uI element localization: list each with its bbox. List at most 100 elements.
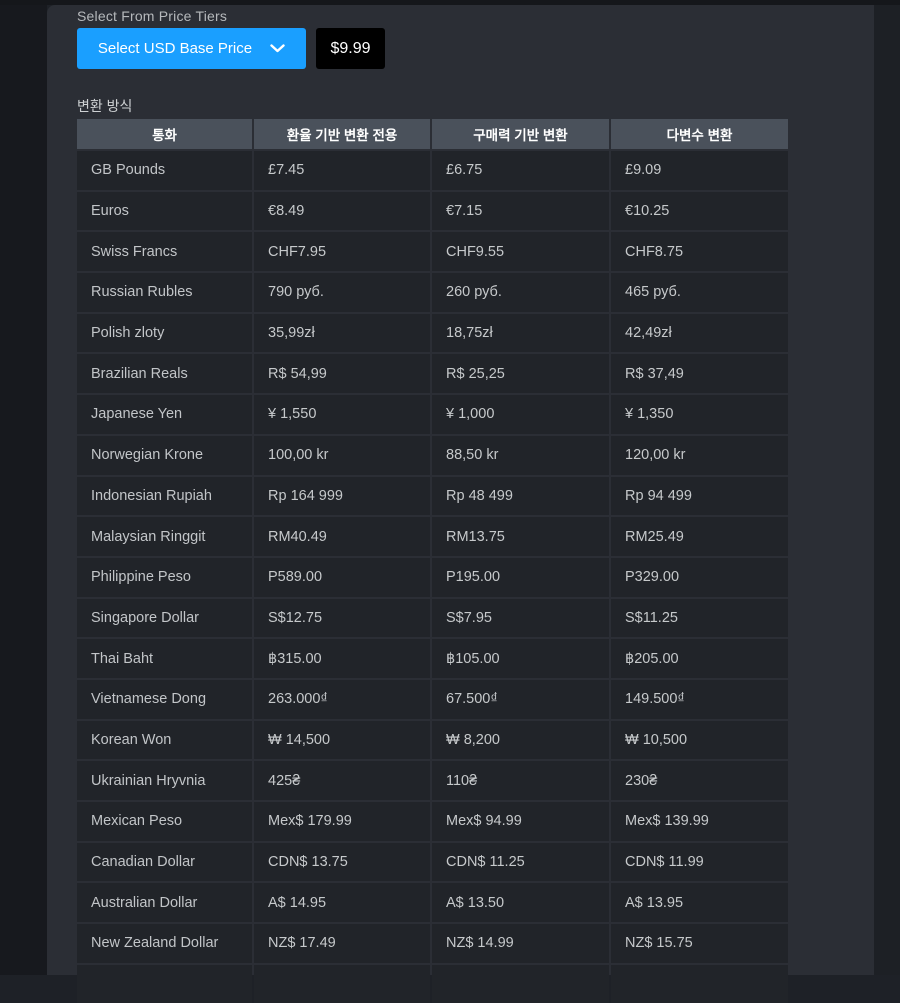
fx-value-cell: 100,00 kr	[254, 435, 430, 475]
table-body: GB Pounds £7.45 £6.75 £9.09 Euros €8.49 …	[77, 151, 788, 1003]
currency-name-cell: GB Pounds	[77, 151, 252, 190]
multi-value-cell: CHF8.75	[611, 232, 788, 272]
multi-value-cell: 120,00 kr	[611, 435, 788, 475]
usd-base-price-dropdown[interactable]: Select USD Base Price	[77, 28, 306, 69]
multi-value-cell: RM25.49	[611, 517, 788, 556]
currency-name-cell: Canadian Dollar	[77, 842, 252, 882]
price-picker-row: Select USD Base Price $9.99	[77, 28, 385, 69]
header-fx-based-conversion: 환율 기반 변환 전용	[254, 119, 430, 149]
multi-value-cell: 230₴	[611, 761, 788, 800]
multi-value-cell: 465 руб.	[611, 273, 788, 312]
currency-name-cell: Ukrainian Hryvnia	[77, 761, 252, 800]
currency-name-cell: Indonesian Rupiah	[77, 476, 252, 516]
fx-value-cell: ฿315.00	[254, 639, 430, 678]
multi-value-cell: S$11.25	[611, 598, 788, 638]
table-header-row: 통화 환율 기반 변환 전용 구매력 기반 변환 다변수 변환	[77, 119, 788, 149]
multi-value-cell: ฿205.00	[611, 639, 788, 678]
base-price-value-box[interactable]: $9.99	[316, 28, 385, 69]
fx-value-cell: P589.00	[254, 557, 430, 597]
fx-value-cell: A$ 14.95	[254, 883, 430, 923]
currency-name-cell: New Zealand Dollar	[77, 924, 252, 963]
currency-name-cell: Singapore Dollar	[77, 598, 252, 638]
ppp-value-cell: 88,50 kr	[432, 435, 609, 475]
currency-name-cell: Vietnamese Dong	[77, 679, 252, 719]
ppp-value-cell: 67.500₫	[432, 679, 609, 719]
fx-value-cell: 790 руб.	[254, 273, 430, 312]
fx-value-cell: ₩ 14,500	[254, 720, 430, 760]
fx-value-cell: CDN$ 13.75	[254, 842, 430, 882]
currency-name-cell: Australian Dollar	[77, 883, 252, 923]
fx-value-cell: RM40.49	[254, 517, 430, 556]
currency-name-cell: Euros	[77, 191, 252, 231]
currency-name-cell: Philippine Peso	[77, 557, 252, 597]
fx-value-cell	[254, 964, 430, 1003]
fx-value-cell: NZ$ 17.49	[254, 924, 430, 963]
multi-value-cell: Mex$ 139.99	[611, 802, 788, 841]
currency-name-cell: Norwegian Krone	[77, 435, 252, 475]
multi-value-cell: A$ 13.95	[611, 883, 788, 923]
ppp-value-cell: €7.15	[432, 191, 609, 231]
header-purchasing-power-conversion: 구매력 기반 변환	[432, 119, 609, 149]
multi-value-cell: 149.500₫	[611, 679, 788, 719]
currency-conversion-table: 통화 환율 기반 변환 전용 구매력 기반 변환 다변수 변환 GB Pound…	[77, 119, 788, 1003]
ppp-value-cell: 110₴	[432, 761, 609, 800]
currency-name-cell: Russian Rubles	[77, 273, 252, 312]
fx-value-cell: 425₴	[254, 761, 430, 800]
chevron-down-icon	[270, 44, 285, 53]
fx-value-cell: R$ 54,99	[254, 354, 430, 394]
multi-value-cell: CDN$ 11.99	[611, 842, 788, 882]
ppp-value-cell: S$7.95	[432, 598, 609, 638]
multi-value-cell: R$ 37,49	[611, 354, 788, 394]
fx-value-cell: 35,99zł	[254, 313, 430, 353]
currency-name-cell: Thai Baht	[77, 639, 252, 678]
usd-base-price-dropdown-label: Select USD Base Price	[97, 40, 253, 57]
ppp-value-cell: CHF9.55	[432, 232, 609, 272]
fx-value-cell: 263.000₫	[254, 679, 430, 719]
multi-value-cell: €10.25	[611, 191, 788, 231]
multi-value-cell: Rp 94 499	[611, 476, 788, 516]
fx-value-cell: €8.49	[254, 191, 430, 231]
currency-name-cell	[77, 964, 252, 1003]
currency-name-cell: Swiss Francs	[77, 232, 252, 272]
currency-name-cell: Polish zloty	[77, 313, 252, 353]
fx-value-cell: £7.45	[254, 151, 430, 190]
multi-value-cell: NZ$ 15.75	[611, 924, 788, 963]
fx-value-cell: Mex$ 179.99	[254, 802, 430, 841]
ppp-value-cell: 18,75zł	[432, 313, 609, 353]
ppp-value-cell: RM13.75	[432, 517, 609, 556]
conversion-method-label: 변환 방식	[77, 98, 133, 114]
page-top-margin	[0, 0, 900, 5]
content-panel: Select From Price Tiers Select USD Base …	[47, 5, 874, 1003]
price-tiers-label: Select From Price Tiers	[77, 8, 228, 24]
multi-value-cell: ¥ 1,350	[611, 395, 788, 434]
multi-value-cell: £9.09	[611, 151, 788, 190]
multi-value-cell	[611, 964, 788, 1003]
multi-value-cell: ₩ 10,500	[611, 720, 788, 760]
ppp-value-cell	[432, 964, 609, 1003]
ppp-value-cell: NZ$ 14.99	[432, 924, 609, 963]
header-multivariable-conversion: 다변수 변환	[611, 119, 788, 149]
ppp-value-cell: CDN$ 11.25	[432, 842, 609, 882]
ppp-value-cell: R$ 25,25	[432, 354, 609, 394]
fx-value-cell: ¥ 1,550	[254, 395, 430, 434]
page-left-margin	[0, 0, 47, 975]
currency-name-cell: Mexican Peso	[77, 802, 252, 841]
currency-name-cell: Brazilian Reals	[77, 354, 252, 394]
fx-value-cell: Rp 164 999	[254, 476, 430, 516]
ppp-value-cell: 260 руб.	[432, 273, 609, 312]
currency-name-cell: Korean Won	[77, 720, 252, 760]
fx-value-cell: CHF7.95	[254, 232, 430, 272]
ppp-value-cell: £6.75	[432, 151, 609, 190]
multi-value-cell: P329.00	[611, 557, 788, 597]
ppp-value-cell: A$ 13.50	[432, 883, 609, 923]
ppp-value-cell: P195.00	[432, 557, 609, 597]
base-price-value: $9.99	[330, 39, 371, 57]
ppp-value-cell: ₩ 8,200	[432, 720, 609, 760]
header-currency: 통화	[77, 119, 252, 149]
multi-value-cell: 42,49zł	[611, 313, 788, 353]
ppp-value-cell: Rp 48 499	[432, 476, 609, 516]
ppp-value-cell: ¥ 1,000	[432, 395, 609, 434]
currency-name-cell: Malaysian Ringgit	[77, 517, 252, 556]
page-right-margin	[874, 0, 900, 975]
ppp-value-cell: ฿105.00	[432, 639, 609, 678]
